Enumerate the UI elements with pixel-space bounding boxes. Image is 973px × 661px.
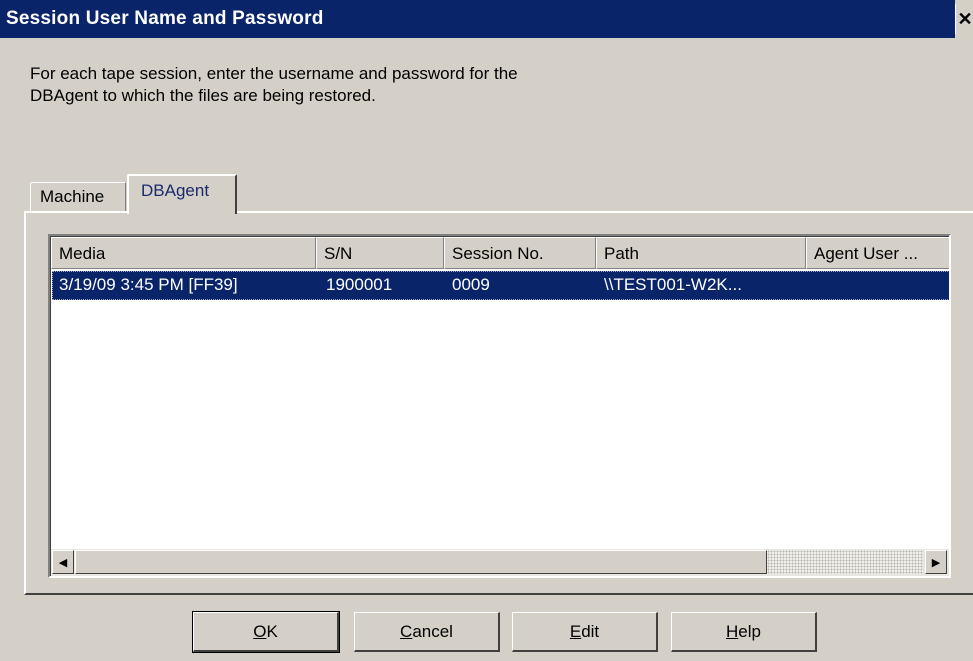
tab-dbagent-label: DBAgent xyxy=(141,181,210,200)
edit-button[interactable]: Edit xyxy=(512,612,658,652)
tab-machine[interactable]: Machine xyxy=(30,182,126,212)
cancel-button[interactable]: Cancel xyxy=(354,612,500,652)
help-label: elp xyxy=(738,621,761,641)
session-list[interactable]: Media S/N Session No. Path Agent User ..… xyxy=(48,234,951,578)
arrow-right-icon: ▶ xyxy=(931,556,941,569)
cell-session-no: 0009 xyxy=(452,275,490,294)
scroll-track[interactable] xyxy=(767,550,923,574)
horizontal-scrollbar[interactable]: ◀ ▶ xyxy=(51,549,949,576)
ok-button[interactable]: OK xyxy=(192,611,340,653)
column-header-sn[interactable]: S/N xyxy=(316,237,444,269)
cell-path: \\TEST001-W2K... xyxy=(604,275,742,294)
instructions-text: For each tape session, enter the usernam… xyxy=(30,63,730,107)
tab-dbagent[interactable]: DBAgent xyxy=(127,174,237,214)
instructions-line-2: DBAgent to which the files are being res… xyxy=(30,86,376,105)
help-mnemonic: H xyxy=(726,621,739,641)
column-header-media[interactable]: Media xyxy=(51,237,316,269)
column-header-agent-user[interactable]: Agent User ... xyxy=(806,237,949,269)
cell-sn: 1900001 xyxy=(326,275,393,294)
instructions-line-1: For each tape session, enter the usernam… xyxy=(30,64,518,83)
close-icon: ✕ xyxy=(957,8,973,29)
edit-label: dit xyxy=(581,621,600,641)
table-row[interactable]: 3/19/09 3:45 PM [FF39] 1900001 0009 \\TE… xyxy=(52,271,949,300)
ok-mnemonic: O xyxy=(253,621,267,641)
scroll-thumb[interactable] xyxy=(75,550,767,574)
tab-machine-label: Machine xyxy=(40,187,105,206)
cancel-mnemonic: C xyxy=(400,621,413,641)
window-title: Session User Name and Password xyxy=(6,8,324,29)
column-header-session-no[interactable]: Session No. xyxy=(444,237,596,269)
title-bar[interactable]: Session User Name and Password xyxy=(0,0,955,38)
close-button[interactable]: ✕ xyxy=(955,4,973,34)
ok-label: K xyxy=(266,621,278,641)
cell-media: 3/19/09 3:45 PM [FF39] xyxy=(59,275,238,294)
cancel-label: ancel xyxy=(412,621,453,641)
column-header-path[interactable]: Path xyxy=(596,237,806,269)
help-button[interactable]: Help xyxy=(671,612,817,652)
edit-mnemonic: E xyxy=(569,621,582,641)
arrow-left-icon: ◀ xyxy=(58,556,68,569)
scroll-right-button[interactable]: ▶ xyxy=(925,550,947,574)
scroll-left-button[interactable]: ◀ xyxy=(52,550,74,574)
column-header-row: Media S/N Session No. Path Agent User ..… xyxy=(51,237,949,269)
